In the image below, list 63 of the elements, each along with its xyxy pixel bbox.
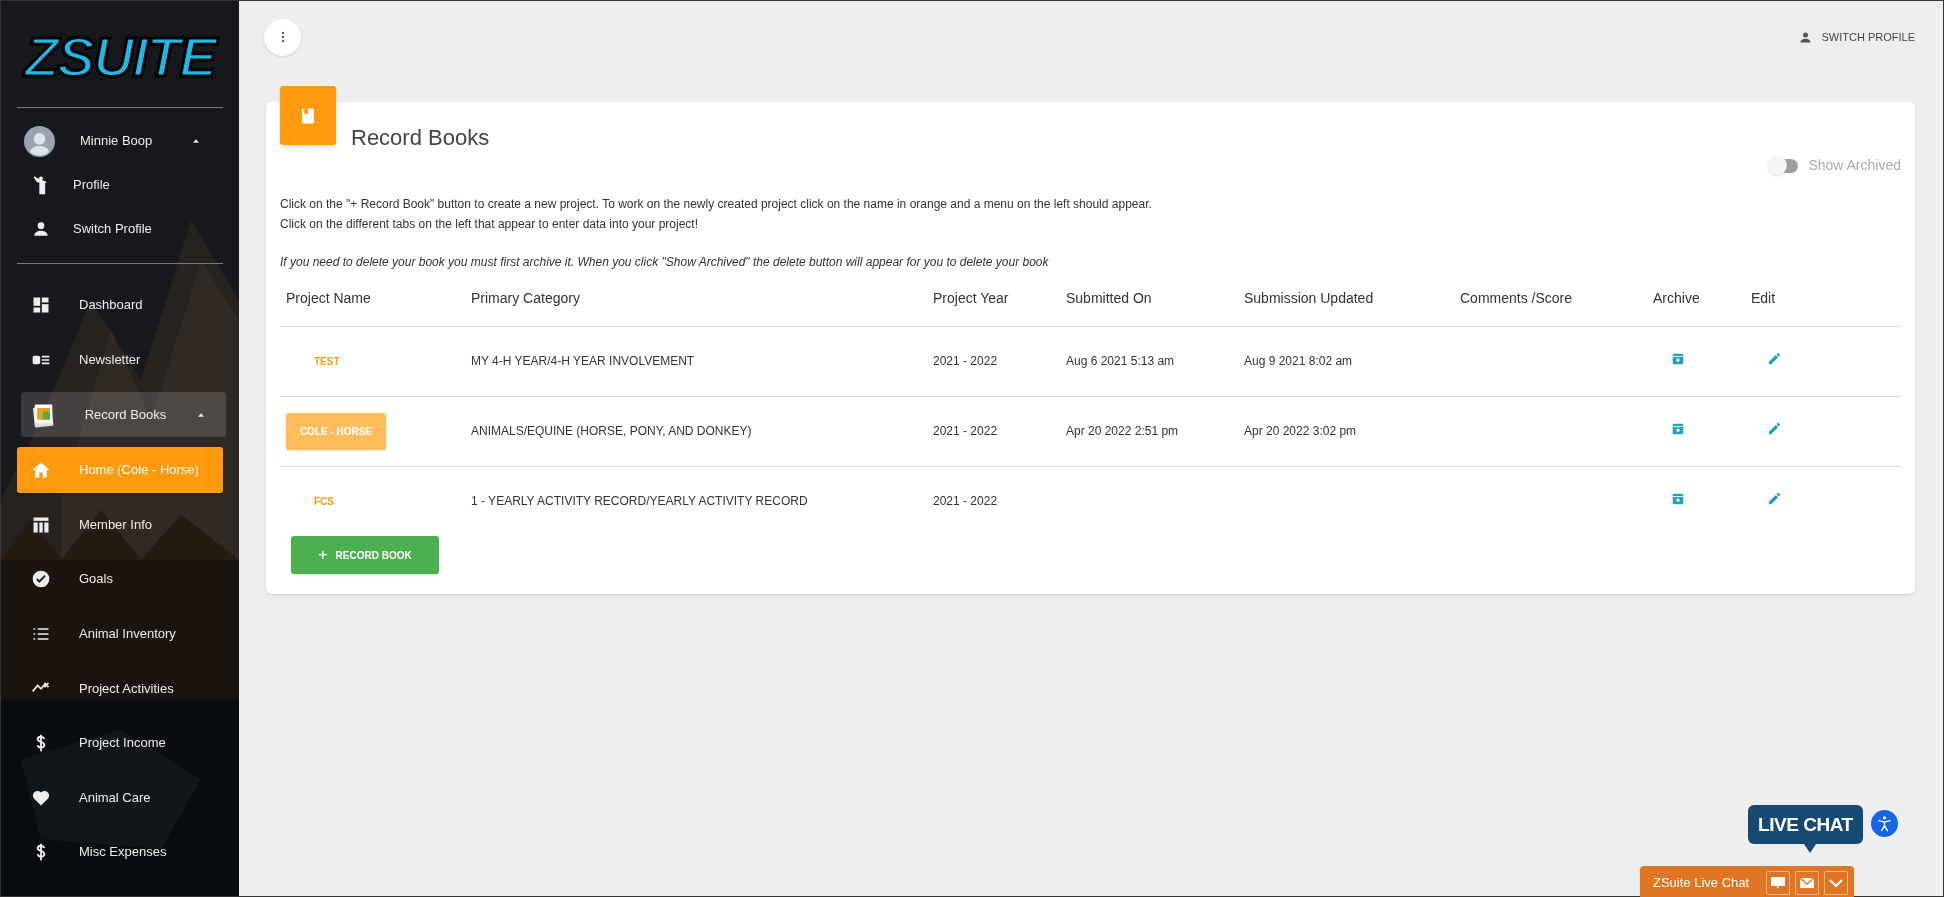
delete-note: If you need to delete your book you must first archive it. When you click "Show Archived" the delete button will appear for you to delete your book: [280, 254, 1050, 271]
archive-icon[interactable]: [1671, 352, 1685, 366]
column-header[interactable]: Archive: [1653, 290, 1700, 307]
card-title: Record Books: [351, 124, 490, 152]
sidebar-item[interactable]: Animal Inventory: [17, 610, 223, 657]
archive-icon[interactable]: [1671, 492, 1685, 507]
sidebar-item[interactable]: Project Income: [17, 719, 223, 766]
logo: ZSUITE: [24, 29, 216, 85]
switch-profile-button[interactable]: SWITCH PROFILE: [1798, 28, 1915, 46]
sidebar-item[interactable]: Goals: [17, 556, 223, 603]
accessibility-icon[interactable]: [1871, 810, 1898, 837]
table-cell: Aug 9 2021 8:02 am: [1244, 354, 1353, 368]
instruction-text: Click on the "+ Record Book" button to create a new project. To work on the newly created project click on the name in orange and a menu on the left should appear.: [280, 196, 1153, 213]
pencil-icon: [1767, 351, 1782, 366]
dashboard-icon: [31, 295, 51, 315]
live-chat-bubble[interactable]: LIVE CHAT: [1748, 805, 1863, 844]
sidebar-item[interactable]: Misc Expenses: [17, 829, 223, 876]
sidebar-item[interactable]: Animal Care: [17, 774, 223, 821]
table-cell: Aug 6 2021 5:13 am: [1066, 354, 1175, 368]
column-header[interactable]: Project Name: [286, 290, 371, 307]
edit-icon[interactable]: [1767, 351, 1782, 366]
show-archived-toggle[interactable]: [1768, 156, 1799, 175]
archive-box-icon: [1671, 492, 1685, 507]
pencil-icon: [1767, 421, 1782, 436]
column-header[interactable]: Comments /Score: [1460, 290, 1573, 307]
live-chat-title: ZSuite Live Chat: [1653, 874, 1751, 893]
sidebar-item[interactable]: Record Books: [21, 392, 226, 437]
person-icon: [31, 219, 51, 239]
table-cell: 2021 - 2022: [933, 354, 998, 368]
archive-box-icon: [1671, 352, 1685, 366]
table-cell: MY 4-H YEAR/4-H YEAR INVOLVEMENT: [471, 354, 695, 368]
edit-icon[interactable]: [1767, 491, 1782, 507]
instruction-text: Click on the different tabs on the left that appear to enter data into your project!: [280, 216, 700, 233]
minimize-chevron-icon[interactable]: [1824, 871, 1848, 895]
user-menu-toggle[interactable]: Minnie Boop: [24, 121, 203, 161]
archive-icon[interactable]: [1671, 422, 1685, 436]
column-header[interactable]: Project Year: [933, 290, 1009, 307]
table-cell: Apr 20 2022 2:51 pm: [1066, 424, 1179, 438]
table-cell: 2021 - 2022: [933, 424, 998, 438]
sidebar-item[interactable]: Newsletter: [17, 337, 223, 383]
email-icon[interactable]: [1795, 871, 1819, 895]
column-header[interactable]: Submitted On: [1066, 290, 1152, 307]
pencil-icon: [1767, 491, 1782, 507]
avatar-icon: [24, 125, 55, 157]
archive-box-icon: [1671, 422, 1685, 436]
chat-icon[interactable]: [1766, 871, 1790, 895]
home-icon: [31, 460, 51, 480]
sidebar-item[interactable]: Member Info: [17, 501, 223, 548]
show-archived-label: Show Archived: [1808, 156, 1901, 175]
sidebar-item[interactable]: Project Activities: [17, 665, 223, 712]
profile-menu-item[interactable]: Profile: [31, 165, 239, 205]
bubble-tail-icon: [1804, 844, 1817, 853]
check-circle-icon: [31, 569, 51, 590]
table-cell: 2021 - 2022: [933, 494, 998, 509]
edit-icon[interactable]: [1767, 421, 1782, 436]
table-cell: Apr 20 2022 3:02 pm: [1244, 424, 1357, 438]
table-cell: ANIMALS/EQUINE (HORSE, PONY, AND DONKEY): [471, 424, 752, 438]
column-header[interactable]: Primary Category: [471, 290, 580, 307]
sidebar-item[interactable]: Dashboard: [17, 282, 223, 328]
table-cell: 1 - YEARLY ACTIVITY RECORD/YEARLY ACTIVITY RECORD: [471, 494, 808, 509]
column-header[interactable]: Edit: [1751, 290, 1776, 307]
column-header[interactable]: Submission Updated: [1244, 290, 1374, 307]
profile-menu-item[interactable]: Switch Profile: [31, 209, 239, 249]
